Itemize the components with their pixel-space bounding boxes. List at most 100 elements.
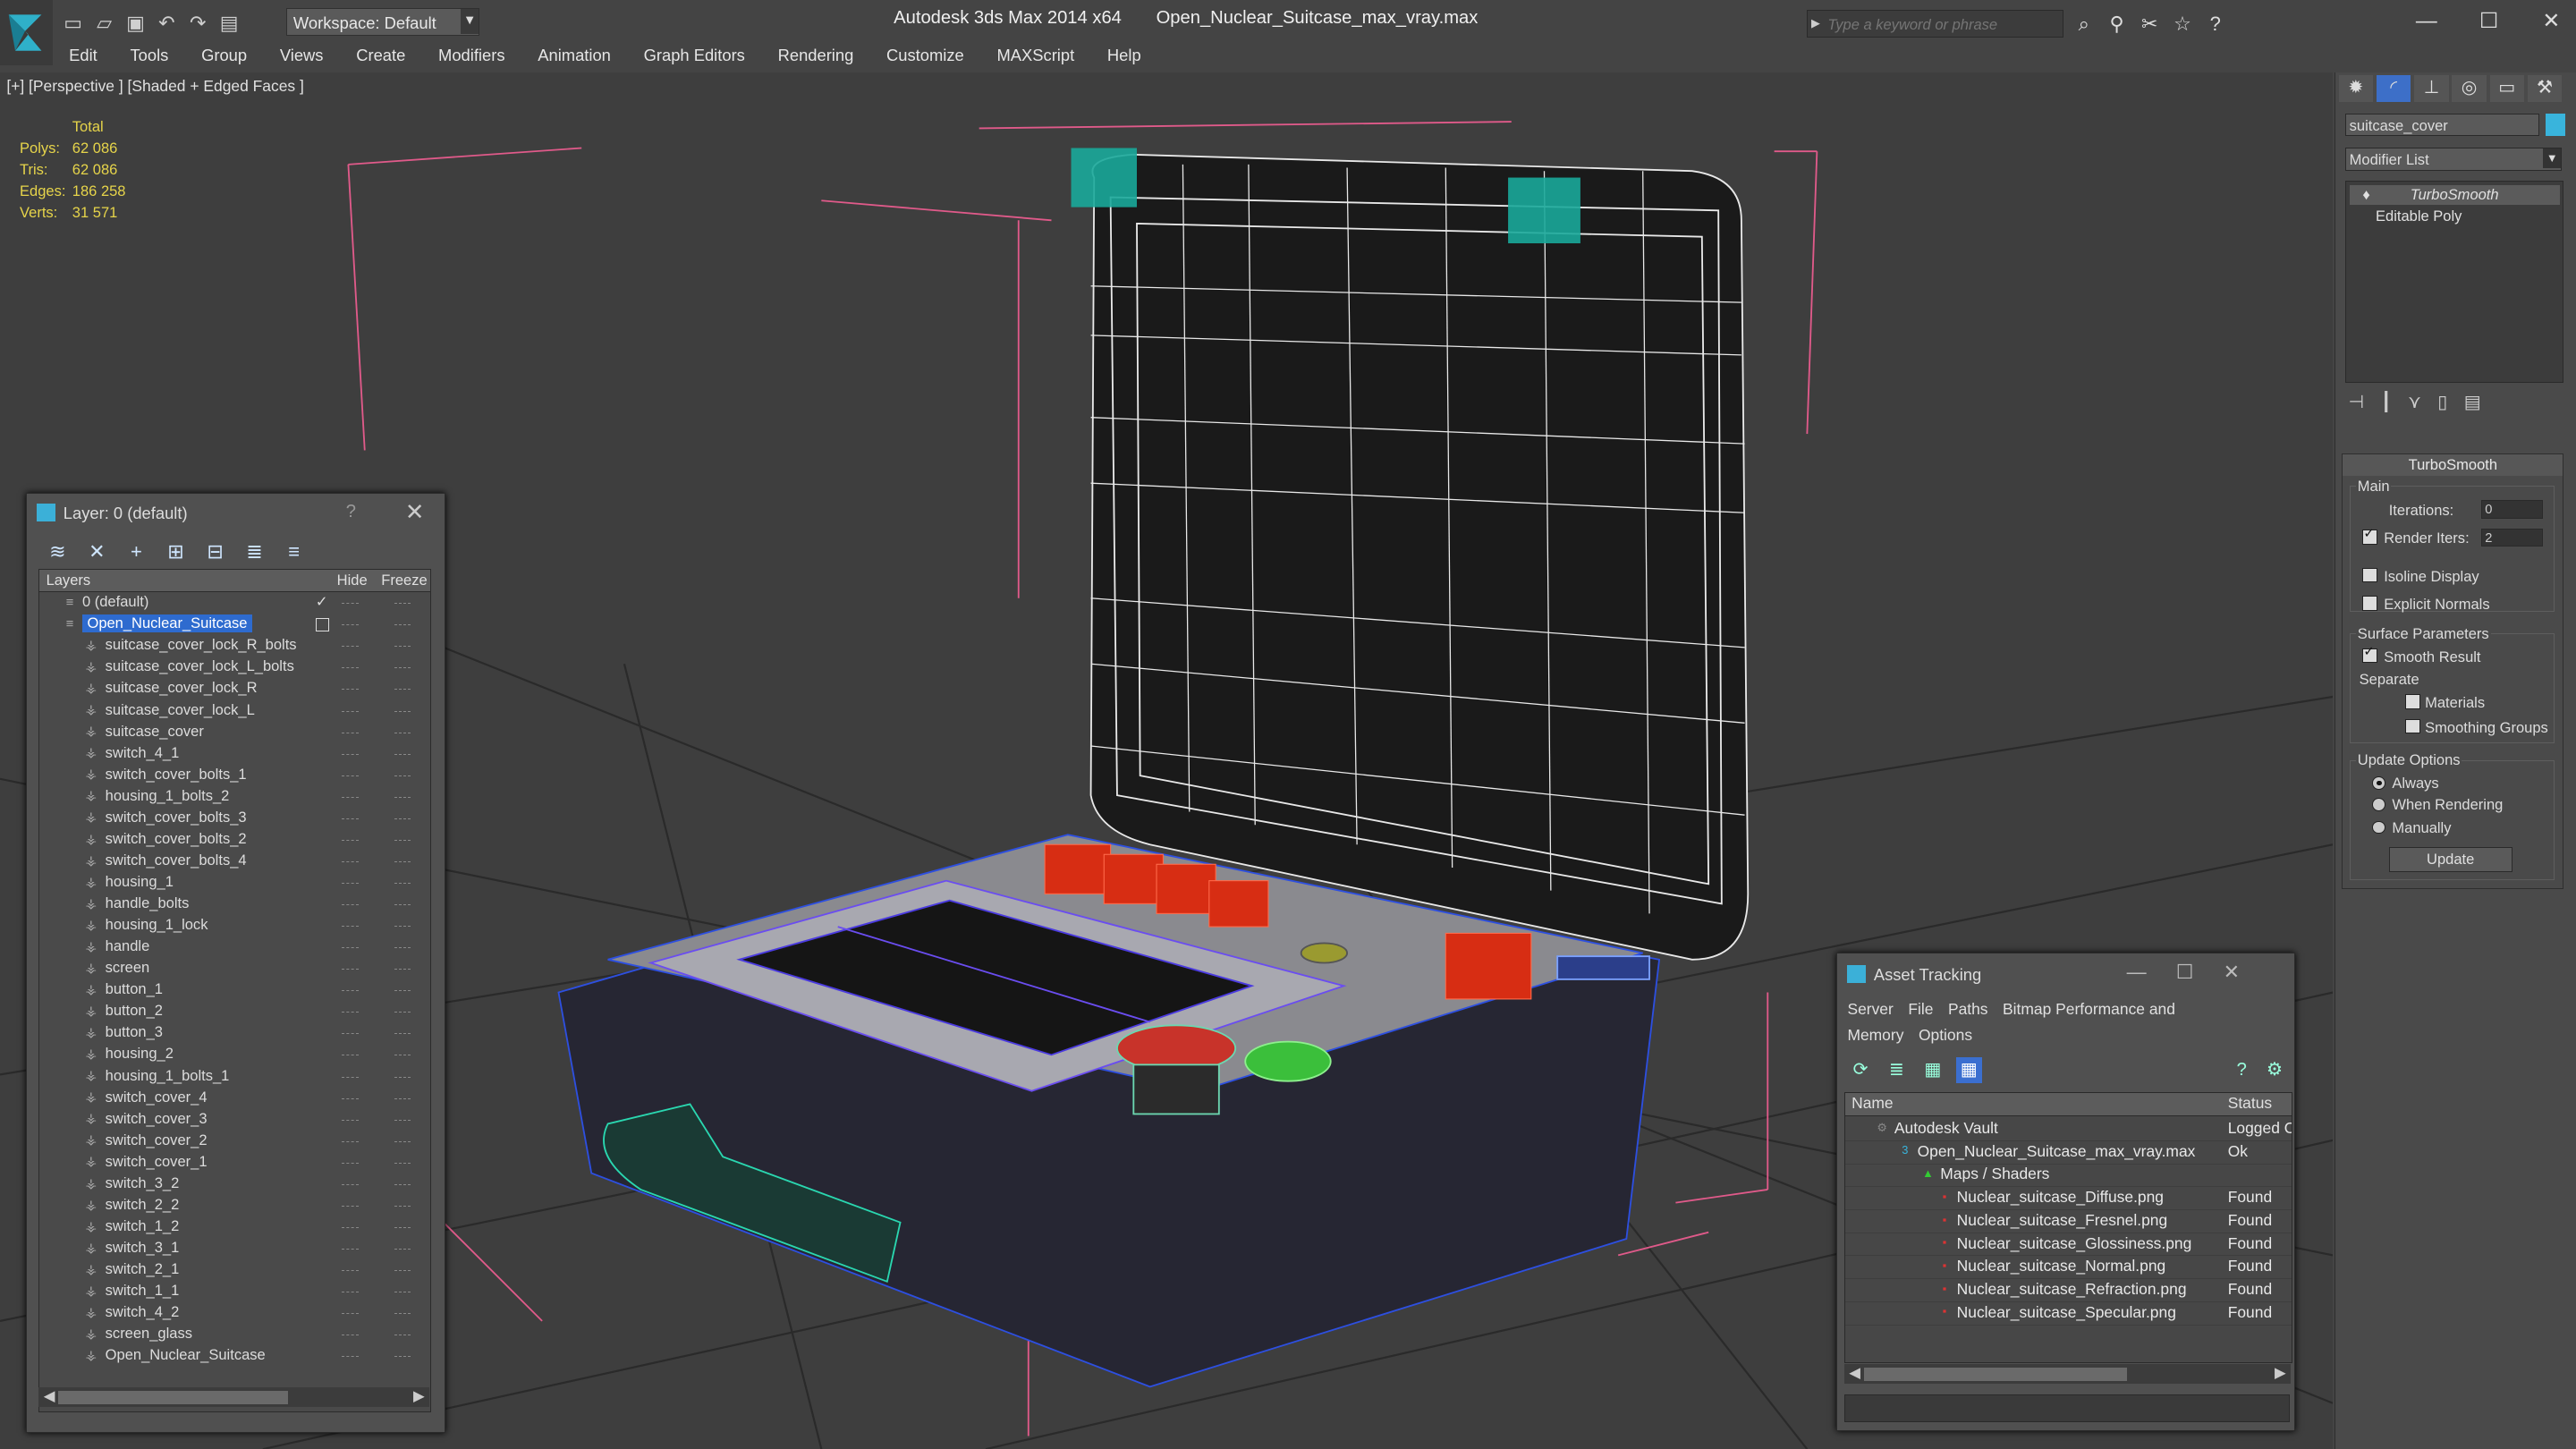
menu-customize[interactable]: Customize: [870, 46, 980, 65]
menu-maxscript[interactable]: MAXScript: [980, 46, 1090, 65]
freeze-toggle[interactable]: [394, 990, 411, 993]
layer-window-titlebar[interactable]: Layer: 0 (default) ? ✕: [27, 494, 445, 530]
hide-toggle[interactable]: [342, 753, 359, 757]
layer-row[interactable]: ⚶ housing_2: [39, 1045, 430, 1066]
remove-modifier-icon[interactable]: ▯: [2437, 391, 2447, 413]
hide-toggle[interactable]: [342, 1140, 359, 1144]
hide-toggle[interactable]: [342, 839, 359, 843]
create-tab-icon[interactable]: ✹: [2338, 75, 2374, 102]
thumbnail-view-icon[interactable]: ▦: [1919, 1057, 1945, 1083]
help-icon[interactable]: ?: [2201, 10, 2229, 38]
rollout-title[interactable]: TurboSmooth: [2343, 453, 2563, 476]
layer-row[interactable]: ⚶ housing_1_lock: [39, 916, 430, 937]
hierarchy-tab-icon[interactable]: ⊥: [2414, 75, 2449, 102]
object-color-swatch[interactable]: [2546, 113, 2566, 137]
table-view-icon[interactable]: ▦: [1955, 1056, 1982, 1084]
viewport-label[interactable]: [+] [Perspective ] [Shaded + Edged Faces…: [6, 77, 303, 96]
close-icon[interactable]: ✕: [405, 499, 425, 526]
layer-row[interactable]: ⚶ switch_3_1: [39, 1239, 430, 1260]
list-view-icon[interactable]: ≣: [1884, 1057, 1910, 1083]
freeze-toggle[interactable]: [394, 646, 411, 648]
open-file-icon[interactable]: ▱: [90, 9, 118, 37]
when-rendering-radio[interactable]: [2372, 797, 2386, 811]
layer-row[interactable]: ⚶ button_2: [39, 1002, 430, 1023]
update-button[interactable]: Update: [2388, 846, 2512, 872]
minimize-icon[interactable]: —: [2127, 961, 2147, 984]
hide-toggle[interactable]: [342, 969, 359, 971]
scroll-right-icon[interactable]: ▶: [2275, 1364, 2286, 1382]
menu-group[interactable]: Group: [185, 46, 264, 65]
isoline-display-checkbox[interactable]: [2362, 567, 2377, 583]
layer-row[interactable]: ⚶ suitcase_cover_lock_L_bolts: [39, 657, 430, 679]
hide-toggle[interactable]: [342, 883, 359, 886]
hide-toggle[interactable]: [342, 667, 359, 670]
create-layer-icon[interactable]: ≋: [44, 538, 72, 564]
layer-row[interactable]: ⚶ suitcase_cover_lock_L: [39, 701, 430, 723]
freeze-toggle[interactable]: [394, 603, 411, 606]
asset-horizontal-scrollbar[interactable]: ◀ ▶: [1843, 1364, 2292, 1385]
freeze-toggle[interactable]: [394, 775, 411, 778]
column-freeze[interactable]: Freeze: [381, 572, 427, 589]
menu-modifiers[interactable]: Modifiers: [422, 46, 521, 65]
layer-row[interactable]: ⚶ switch_cover_bolts_4: [39, 852, 430, 873]
freeze-toggle[interactable]: [394, 1119, 411, 1123]
menu-rendering[interactable]: Rendering: [761, 46, 869, 65]
hide-toggle[interactable]: [342, 926, 359, 928]
delete-layer-icon[interactable]: ✕: [83, 538, 111, 564]
layer-horizontal-scrollbar[interactable]: ◀ ▶: [38, 1387, 430, 1408]
scroll-right-icon[interactable]: ▶: [413, 1387, 425, 1405]
freeze-toggle[interactable]: [394, 1076, 411, 1080]
layer-row[interactable]: ⚶ switch_cover_1: [39, 1153, 430, 1174]
stack-item-turbosmooth[interactable]: ♦ TurboSmooth: [2349, 184, 2560, 205]
render-iters-spinner[interactable]: 2: [2480, 528, 2544, 547]
layer-row[interactable]: ≡ Open_Nuclear_Suitcase: [39, 614, 430, 636]
freeze-toggle[interactable]: [394, 1033, 411, 1036]
layer-row[interactable]: ⚶ suitcase_cover: [39, 723, 430, 744]
asset-row[interactable]: ⚙ Autodesk Vault Logged O: [1844, 1117, 2292, 1141]
explicit-normals-checkbox[interactable]: [2362, 595, 2377, 611]
freeze-toggle[interactable]: [394, 1335, 411, 1337]
layer-row[interactable]: ⚶ switch_cover_bolts_1: [39, 766, 430, 787]
make-unique-icon[interactable]: ⋎: [2408, 391, 2421, 413]
layer-row[interactable]: ⚶ suitcase_cover_lock_R_bolts: [39, 636, 430, 657]
freeze-toggle[interactable]: [394, 689, 411, 691]
configure-sets-icon[interactable]: ▤: [2464, 391, 2481, 413]
layer-row[interactable]: ⚶ housing_1_bolts_1: [39, 1067, 430, 1089]
hide-toggle[interactable]: [342, 796, 359, 800]
freeze-toggle[interactable]: [394, 1313, 411, 1316]
smooth-result-checkbox[interactable]: [2362, 644, 2377, 664]
freeze-toggle[interactable]: [394, 1183, 411, 1187]
layer-row[interactable]: ⚶ switch_cover_2: [39, 1131, 430, 1153]
render-iters-checkbox[interactable]: [2362, 526, 2377, 546]
freeze-toggle[interactable]: [394, 753, 411, 757]
hide-toggle[interactable]: [342, 1076, 359, 1080]
play-arrow-icon[interactable]: ▶: [1811, 16, 1820, 30]
freeze-toggle[interactable]: [394, 839, 411, 843]
menu-graph-editors[interactable]: Graph Editors: [627, 46, 761, 65]
scroll-left-icon[interactable]: ◀: [44, 1387, 55, 1405]
freeze-toggle[interactable]: [394, 1012, 411, 1014]
hide-toggle[interactable]: [342, 710, 359, 714]
freeze-toggle[interactable]: [394, 860, 411, 864]
menu-edit[interactable]: Edit: [53, 46, 114, 65]
layer-row[interactable]: ⚶ housing_1: [39, 873, 430, 894]
hide-toggle[interactable]: [342, 603, 359, 606]
layer-row[interactable]: ⚶ screen: [39, 959, 430, 980]
freeze-toggle[interactable]: [394, 1249, 411, 1251]
freeze-toggle[interactable]: [394, 624, 411, 627]
layer-row[interactable]: ⚶ switch_cover_bolts_2: [39, 830, 430, 852]
lightbulb-icon[interactable]: ♦: [2362, 185, 2369, 205]
hide-toggle[interactable]: [342, 775, 359, 778]
layer-row[interactable]: ⚶ handle: [39, 937, 430, 959]
layer-row[interactable]: ⚶ housing_1_bolts_2: [39, 787, 430, 809]
close-icon[interactable]: ✕: [2520, 5, 2576, 38]
minimize-icon[interactable]: —: [2395, 5, 2458, 38]
menu-views[interactable]: Views: [263, 46, 339, 65]
hide-toggle[interactable]: [342, 904, 359, 907]
freeze-toggle[interactable]: [394, 1270, 411, 1273]
maximize-icon[interactable]: ☐: [2458, 5, 2521, 38]
freeze-toggle[interactable]: [394, 732, 411, 735]
smoothing-groups-checkbox[interactable]: [2405, 718, 2420, 734]
asset-row[interactable]: 3 Open_Nuclear_Suitcase_max_vray.max Ok: [1844, 1140, 2292, 1165]
asset-menu-bitmap-performance-and-memory[interactable]: Bitmap Performance and Memory: [1847, 1000, 2175, 1044]
